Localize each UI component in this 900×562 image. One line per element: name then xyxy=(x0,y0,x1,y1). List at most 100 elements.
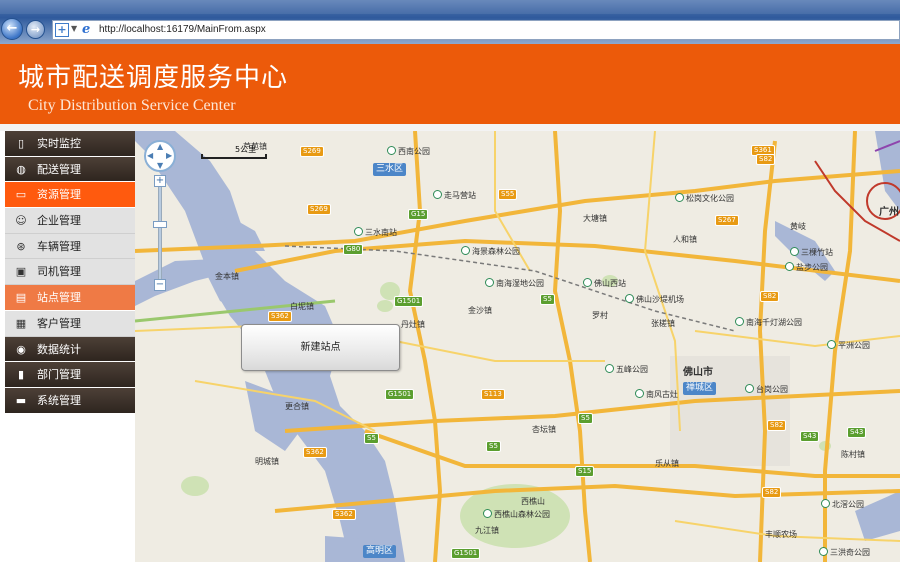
sidebar-item[interactable]: ▯ 实时监控 xyxy=(5,131,135,157)
back-arrow-icon[interactable]: ← xyxy=(1,18,23,40)
wheel-icon: ⊛ xyxy=(16,239,26,253)
zoom-track[interactable] xyxy=(158,185,162,281)
map-scale: 5公里 xyxy=(201,145,267,159)
sidebar-item-label: 站点管理 xyxy=(37,291,81,305)
sidebar-item[interactable]: ▬ 系统管理 xyxy=(5,387,135,414)
map-place: 金沙镇 xyxy=(468,306,492,315)
road-badge: S15 xyxy=(575,466,595,477)
pan-left-icon[interactable]: ◀ xyxy=(147,151,153,160)
sidebar-item[interactable]: ◍ 配送管理 xyxy=(5,156,135,183)
sidebar-item-label: 司机管理 xyxy=(37,265,81,279)
sidebar-item-label: 车辆管理 xyxy=(37,239,81,253)
map-place: 丰顺农场 xyxy=(765,530,797,539)
map-place: 杏坛镇 xyxy=(532,425,556,434)
road-badge: S5 xyxy=(486,441,501,452)
map-place: 北滘公园 xyxy=(821,499,864,510)
sidebar-item[interactable]: ☺ 企业管理 xyxy=(5,208,135,234)
app-title: 城市配送调度服务中心 xyxy=(18,63,289,93)
address-bar[interactable]: + ▼ e http://localhost:16179/MainFrom.as… xyxy=(52,20,900,40)
sidebar-item[interactable]: ▦ 客户管理 xyxy=(5,310,135,337)
sidebar-item[interactable]: ⊛ 车辆管理 xyxy=(5,233,135,260)
sidebar-item-label: 企业管理 xyxy=(37,214,81,228)
sidebar-item-label: 部门管理 xyxy=(37,368,81,382)
map-place: 西南公园 xyxy=(387,146,430,157)
station-icon: ▤ xyxy=(15,291,27,305)
sidebar-item-label: 系统管理 xyxy=(37,393,81,407)
monitor-icon: ▯ xyxy=(17,137,25,150)
zoom-control: + − xyxy=(153,175,167,291)
sidebar-item-label: 客户管理 xyxy=(37,316,81,330)
sidebar: ▯ 实时监控 ◍ 配送管理 ▭ 资源管理 ☺ 企业管理 ⊛ 车辆管理 ▣ 司机管理 ▤ 站点管理 ▦ 客户管理… xyxy=(5,131,135,562)
map-place: 西樵山 xyxy=(521,497,545,506)
chevron-down-icon[interactable]: ▼ xyxy=(71,24,77,33)
map-place: 海景森林公园 xyxy=(461,246,520,257)
map-place: 盐步公园 xyxy=(785,262,828,273)
driver-icon: ▣ xyxy=(15,265,27,279)
road-badge: S82 xyxy=(760,291,780,302)
sidebar-item[interactable]: ▤ 站点管理 xyxy=(5,285,135,311)
map-place: 松岗文化公园 xyxy=(675,193,734,204)
favorites-add-icon[interactable]: + xyxy=(55,23,69,37)
map-place: 南海湿地公园 xyxy=(485,278,544,289)
road-badge: S5 xyxy=(540,294,555,305)
header-divider xyxy=(0,124,900,131)
system-icon: ▬ xyxy=(15,393,27,407)
road-badge: S362 xyxy=(332,509,356,520)
map-place: 佛山西站 xyxy=(583,278,626,289)
road-badge: S82 xyxy=(762,487,782,498)
zoom-in-button[interactable]: + xyxy=(154,175,166,187)
road-badge: S267 xyxy=(715,215,739,226)
district-label: 禅城区 xyxy=(683,382,717,395)
map-place: 乐从镇 xyxy=(655,459,679,468)
map-place: 大塘镇 xyxy=(583,214,607,223)
map-place: 佛山沙堤机场 xyxy=(625,294,684,305)
map-place: 三棵竹站 xyxy=(790,247,833,258)
scale-line xyxy=(201,154,267,159)
map-place: 更合镇 xyxy=(285,402,309,411)
department-icon: ▮ xyxy=(17,368,25,382)
zoom-slider-thumb[interactable] xyxy=(153,221,167,228)
map-place: 张槎镇 xyxy=(651,319,675,328)
pan-right-icon[interactable]: ▶ xyxy=(166,151,172,160)
customer-icon: ▦ xyxy=(15,316,27,330)
road-badge: S269 xyxy=(300,146,324,157)
map-place: 走马营站 xyxy=(433,190,476,201)
map-place: 黄岐 xyxy=(790,222,806,231)
map-place: 南海千灯湖公园 xyxy=(735,317,802,328)
road-badge: S43 xyxy=(847,427,867,438)
sidebar-item[interactable]: ◉ 数据统计 xyxy=(5,336,135,363)
map-place: 平洲公园 xyxy=(827,340,870,351)
forward-arrow-icon[interactable]: → xyxy=(26,20,45,39)
app-subtitle: City Distribution Service Center xyxy=(28,97,236,114)
map-place: 南风古灶 xyxy=(635,389,678,400)
create-station-button[interactable]: 新建站点 xyxy=(241,324,400,371)
zoom-out-button[interactable]: − xyxy=(154,279,166,291)
road-badge: S362 xyxy=(303,447,327,458)
map-place: 陈村镇 xyxy=(841,450,865,459)
road-badge: G1501 xyxy=(451,548,481,559)
map-view[interactable]: 三水区 禅城区 高明区 西南公园 芦苞镇 走马营站 松岗文化公园 三水南站 大塘… xyxy=(135,131,900,562)
road-badge: G1501 xyxy=(394,296,424,307)
road-badge: G1501 xyxy=(385,389,415,400)
road-badge: S269 xyxy=(307,204,331,215)
sidebar-item[interactable]: ▣ 司机管理 xyxy=(5,259,135,286)
map-pan-control[interactable]: ▲ ▼ ◀ ▶ xyxy=(144,140,176,172)
road-badge: S362 xyxy=(268,311,292,322)
road-badge: S5 xyxy=(578,413,593,424)
road-badge: G80 xyxy=(343,244,364,255)
road-badge: S82 xyxy=(767,420,787,431)
map-place: 西樵山森林公园 xyxy=(483,509,550,520)
toolbar-band xyxy=(0,0,900,14)
sidebar-item[interactable]: ▮ 部门管理 xyxy=(5,362,135,388)
map-place: 五峰公园 xyxy=(605,364,648,375)
map-place: 明城镇 xyxy=(255,457,279,466)
pan-up-icon[interactable]: ▲ xyxy=(157,142,163,151)
sidebar-item-label: 配送管理 xyxy=(37,162,81,176)
address-url[interactable]: http://localhost:16179/MainFrom.aspx xyxy=(99,24,266,35)
sidebar-item[interactable]: ▭ 资源管理 xyxy=(5,182,135,209)
pan-down-icon[interactable]: ▼ xyxy=(157,161,163,170)
resource-icon: ▭ xyxy=(15,188,27,202)
map-place: 人和镇 xyxy=(673,235,697,244)
sidebar-item-label: 实时监控 xyxy=(37,137,81,150)
app-header: 城市配送调度服务中心 City Distribution Service Cen… xyxy=(0,44,900,124)
